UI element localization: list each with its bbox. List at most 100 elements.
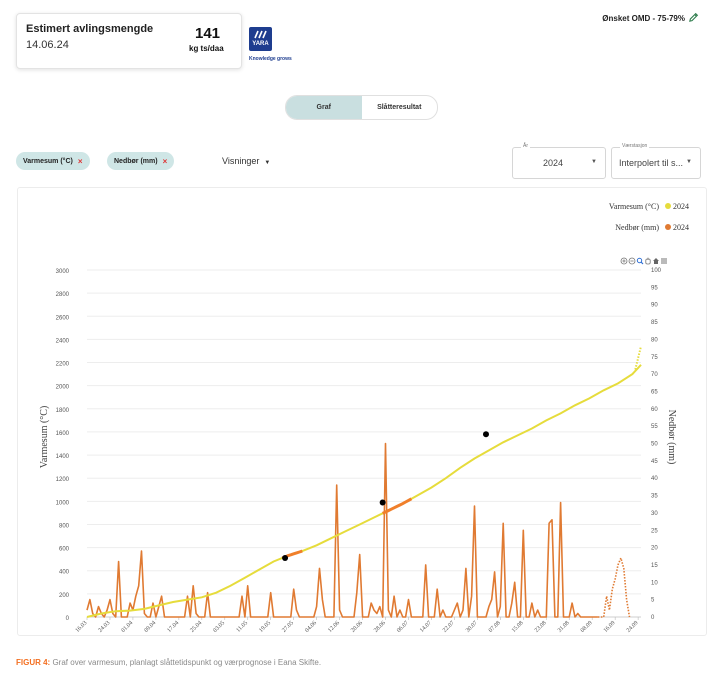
x-tick-label: 08.09	[580, 620, 594, 634]
chart-grid	[87, 269, 641, 618]
x-tick-label: 30.07	[465, 620, 479, 634]
chevron-down-icon: ▼	[591, 159, 597, 165]
y2-tick-label: 55	[651, 424, 658, 430]
yara-logo: YARA	[249, 27, 272, 51]
x-tick-label: 22.07	[442, 620, 456, 634]
varmesum-nedbor-chart: 0200400600800100012001400160018002000220…	[39, 202, 689, 634]
y2-tick-label: 60	[651, 407, 658, 413]
y2-tick-label: 50	[651, 442, 658, 448]
views-dropdown[interactable]: Visninger ▼	[222, 156, 270, 166]
varmesum-series-line	[86, 364, 642, 618]
edit-pencil-icon[interactable]	[688, 12, 699, 23]
views-dropdown-label: Visninger	[222, 156, 260, 166]
year-select-legend: År	[521, 143, 530, 149]
y2-tick-label: 35	[651, 494, 658, 500]
y-tick-label: 600	[59, 547, 70, 553]
yield-estimate-label: Estimert avlingsmengde	[26, 23, 154, 35]
y-tick-label: 1600	[56, 431, 70, 437]
station-select-value: Interpolert til s...	[619, 158, 684, 168]
filter-chip-label: Varmesum (°C)	[23, 157, 73, 165]
x-tick-label: 11.05	[236, 620, 250, 634]
filter-chip-nedbor[interactable]: Nedbør (mm) ×	[107, 152, 175, 170]
tab-slatteresultat[interactable]: Slåtteresultat	[362, 96, 438, 119]
remove-filter-icon[interactable]: ×	[163, 157, 168, 166]
tab-graf[interactable]: Graf	[286, 96, 362, 119]
y-tick-label: 1200	[56, 477, 70, 483]
y2-tick-label: 5	[651, 598, 655, 604]
icon-lens	[636, 257, 643, 264]
x-tick-label: 24.09	[626, 620, 640, 634]
y2-tick-label: 15	[651, 563, 658, 569]
harvest-marker	[379, 499, 386, 506]
y-tick-label: 3000	[56, 269, 70, 275]
y2-tick-label: 70	[651, 372, 658, 378]
chart-toolbar	[620, 257, 667, 265]
x-tick-label: 14.07	[419, 620, 433, 634]
legend-label: Varmesum (°C)	[609, 202, 659, 211]
y2-tick-label: 45	[651, 459, 658, 465]
filter-chip-varmesum[interactable]: Varmesum (°C) ×	[16, 152, 90, 170]
icon-handle	[640, 261, 644, 265]
x-tick-label: 03.05	[212, 620, 226, 634]
zoom-in-icon[interactable]	[620, 257, 628, 265]
y-tick-label: 2600	[56, 315, 70, 321]
yield-estimate-value: 141	[195, 25, 221, 42]
x-tick-label: 16.09	[603, 620, 617, 634]
yara-logo-mark	[254, 30, 267, 39]
y2-tick-label: 100	[651, 268, 662, 274]
x-tick-label: 31.08	[557, 620, 571, 634]
yield-estimate-date: 14.06.24	[26, 39, 69, 51]
y2-tick-label: 90	[651, 303, 658, 309]
y2-tick-label: 75	[651, 355, 658, 361]
station-select[interactable]: Værstasjon Interpolert til s... ▼	[611, 143, 701, 179]
x-tick-label: 07.08	[488, 620, 502, 634]
y2-tick-label: 85	[651, 320, 658, 326]
y2-tick-label: 65	[651, 389, 658, 395]
harvest-marker	[282, 555, 289, 562]
x-tick-label: 04.06	[304, 620, 318, 634]
y2-tick-label: 20	[651, 546, 658, 552]
x-tick-label: 01.04	[121, 620, 135, 634]
magnifier-icon[interactable]	[636, 257, 644, 265]
y-axis-right: 0 5 10 15 20 25 30 35 40 45 50 55 60 65 70 75 80 85 90 95 10…	[651, 268, 662, 621]
filter-chip-label: Nedbør (mm)	[114, 157, 158, 165]
legend-swatch	[665, 203, 671, 209]
x-tick-label: 20.06	[350, 620, 364, 634]
home-icon[interactable]	[653, 258, 659, 264]
zoom-out-icon[interactable]	[628, 257, 636, 265]
y2-tick-label: 30	[651, 511, 658, 517]
y-tick-label: 1000	[56, 500, 70, 506]
chart-series	[86, 346, 642, 618]
y2-tick-label: 95	[651, 285, 658, 291]
remove-filter-icon[interactable]: ×	[78, 157, 83, 166]
year-select-value: 2024	[543, 158, 564, 168]
icon-house	[653, 258, 659, 264]
year-select[interactable]: År 2024 ▼	[512, 143, 606, 179]
view-toggle: Graf Slåtteresultat	[285, 95, 438, 120]
figure-caption-text: Graf over varmesum, planlagt slåttetidsp…	[50, 658, 322, 667]
legend-year: 2024	[673, 223, 689, 232]
x-tick-label: 17.04	[166, 620, 180, 634]
chart-legend[interactable]: Varmesum (°C) 2024 Nedbør (mm) 2024	[609, 202, 689, 232]
y-tick-label: 0	[66, 616, 70, 622]
nedbor-series-line	[86, 442, 598, 618]
y-tick-label: 800	[59, 523, 70, 529]
legend-swatch	[665, 224, 671, 230]
yield-estimate-card: Estimert avlingsmengde 14.06.24 141 kg t…	[16, 13, 242, 69]
y-axis-left: 0 200 400 600 800 1000 1200 1400 1600 1800 2000 220…	[56, 269, 70, 622]
yield-estimate-unit: kg ts/daa	[189, 44, 224, 53]
figure-caption: FIGUR 4: Graf over varmesum, planlagt sl…	[16, 658, 321, 667]
chevron-down-icon: ▼	[686, 159, 692, 165]
y-axis-label-right: Nedbør (mm)	[666, 410, 677, 465]
pan-hand-icon[interactable]	[645, 257, 651, 265]
y-tick-label: 2000	[56, 385, 70, 391]
x-tick-label: 23.08	[534, 620, 548, 634]
x-tick-label: 16.03	[75, 620, 89, 634]
x-tick-label: 28.06	[373, 620, 387, 634]
y-tick-label: 2800	[56, 292, 70, 298]
menu-icon[interactable]	[661, 258, 667, 264]
y-tick-label: 2400	[56, 338, 70, 344]
y2-tick-label: 80	[651, 337, 658, 343]
y-tick-label: 1400	[56, 454, 70, 460]
x-axis: 16.03 24.03 01.04 09.04 17.04 25.04 03.05 11.05…	[75, 616, 641, 634]
